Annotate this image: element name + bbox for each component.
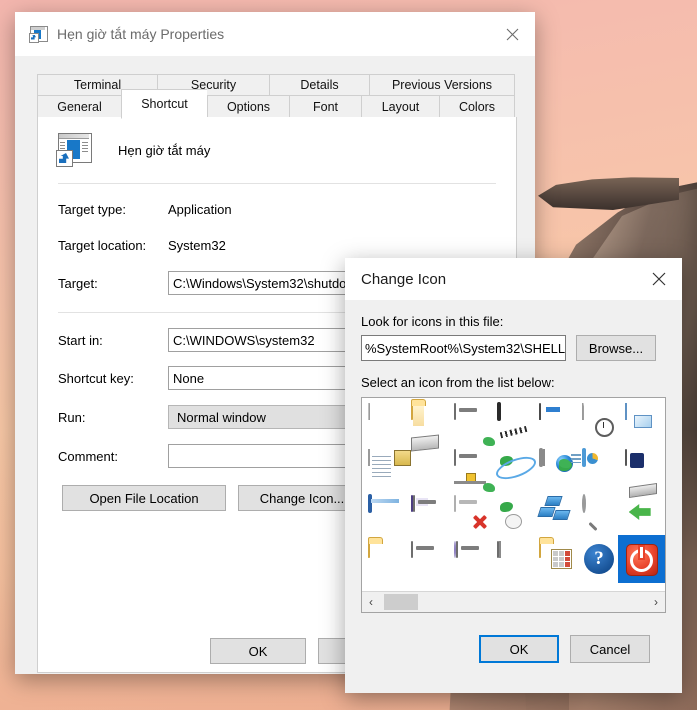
- label-shortcut-key: Shortcut key:: [58, 370, 134, 386]
- scroll-left-arrow-icon[interactable]: ‹: [362, 592, 380, 612]
- icon-row: [362, 398, 665, 444]
- tab-general[interactable]: General: [37, 95, 121, 119]
- label-comment: Comment:: [58, 448, 118, 464]
- tab-font[interactable]: Font: [289, 95, 361, 119]
- usb-eject-icon[interactable]: [620, 483, 663, 535]
- field-target-location: Target location: System32: [58, 234, 516, 256]
- shortcut-header: Hẹn giờ tắt máy: [38, 117, 516, 167]
- change-icon-title: Change Icon: [361, 270, 447, 288]
- tab-strip: Terminal Security Details Previous Versi…: [37, 74, 515, 119]
- tab-row-upper: Terminal Security Details Previous Versi…: [37, 74, 515, 96]
- tab-layout[interactable]: Layout: [361, 95, 439, 119]
- label-run: Run:: [58, 409, 86, 425]
- label-target-location: Target location:: [58, 237, 147, 253]
- change-icon-dialog: Change Icon Look for icons in this file:…: [345, 258, 682, 693]
- scroll-right-arrow-icon[interactable]: ›: [647, 592, 665, 612]
- change-icon-ok-button[interactable]: OK: [479, 635, 559, 663]
- file-path-row: %SystemRoot%\System32\SHELL32 Browse...: [361, 335, 666, 361]
- magnifier-icon[interactable]: [578, 491, 621, 535]
- tab-colors[interactable]: Colors: [439, 95, 515, 119]
- tab-previous-versions[interactable]: Previous Versions: [369, 74, 515, 96]
- printer-icon[interactable]: [535, 399, 578, 443]
- divider-top: [58, 183, 496, 184]
- label-start-in: Start in:: [58, 332, 103, 348]
- shortcut-file-icon: [56, 133, 92, 167]
- icon-row: [362, 483, 665, 536]
- icon-list-box[interactable]: ? ‹ ›: [361, 397, 666, 613]
- globe-icon[interactable]: [492, 445, 539, 489]
- monitor-globe-icon[interactable]: [535, 445, 578, 489]
- tab-options[interactable]: Options: [207, 95, 289, 119]
- disconnected-drive-icon[interactable]: [449, 491, 492, 535]
- properties-ok-button[interactable]: OK: [210, 638, 306, 664]
- memory-chip-icon[interactable]: [492, 399, 535, 443]
- change-icon-body: Look for icons in this file: %SystemRoot…: [345, 314, 682, 663]
- help-question-icon[interactable]: ?: [578, 537, 621, 581]
- folder-plain-icon[interactable]: [364, 537, 407, 581]
- icon-row: ?: [362, 536, 665, 582]
- window-icon[interactable]: [364, 491, 407, 535]
- close-icon[interactable]: [636, 257, 682, 301]
- scrollbar-thumb[interactable]: [384, 594, 418, 610]
- label-target: Target:: [58, 275, 98, 291]
- open-file-location-button[interactable]: Open File Location: [62, 485, 226, 511]
- window-stack-icon[interactable]: [620, 399, 663, 443]
- field-target-type: Target type: Application: [58, 198, 516, 220]
- folder-grid-icon[interactable]: [535, 537, 578, 581]
- shutdown-power-icon[interactable]: [620, 537, 664, 581]
- network-nodes-icon[interactable]: [535, 491, 578, 535]
- icon-row: [362, 444, 665, 490]
- blank-document-icon[interactable]: [364, 399, 407, 443]
- tab-row-lower: General Shortcut Options Font Layout Col…: [37, 89, 515, 119]
- floppy-drive-icon[interactable]: [407, 491, 450, 535]
- icon-list-label: Select an icon from the list below:: [361, 375, 555, 390]
- presentation-icon[interactable]: [578, 445, 621, 489]
- close-icon[interactable]: [489, 12, 535, 56]
- icon-file-path-input[interactable]: %SystemRoot%\System32\SHELL32: [361, 335, 566, 361]
- cd-drive-icon[interactable]: [449, 537, 492, 581]
- scrollbar-track[interactable]: [380, 592, 647, 612]
- card-reader-icon[interactable]: [407, 445, 450, 489]
- value-target-location: System32: [168, 237, 226, 253]
- shortcut-console-icon: [29, 25, 48, 43]
- label-target-type: Target type:: [58, 201, 126, 217]
- hard-drive-icon[interactable]: [407, 537, 450, 581]
- change-icon-cancel-button[interactable]: Cancel: [570, 635, 650, 663]
- desktop-pc-icon[interactable]: [492, 537, 535, 581]
- document-clock-icon[interactable]: [578, 399, 621, 443]
- shortcut-name-label: Hẹn giờ tắt máy: [118, 142, 211, 158]
- tab-details[interactable]: Details: [269, 74, 369, 96]
- value-target-type: Application: [168, 201, 232, 217]
- icon-list-horizontal-scrollbar[interactable]: ‹ ›: [362, 591, 665, 612]
- properties-window-title: Hẹn giờ tắt máy Properties: [57, 26, 225, 42]
- change-icon-title-bar: Change Icon: [345, 258, 682, 300]
- change-icon-footer: OK Cancel: [361, 613, 666, 663]
- browse-button[interactable]: Browse...: [576, 335, 656, 361]
- globe-disc-icon[interactable]: [492, 491, 535, 535]
- tab-shortcut[interactable]: Shortcut: [121, 89, 207, 119]
- file-path-label: Look for icons in this file:: [361, 314, 504, 329]
- properties-title-bar: Hẹn giờ tắt máy Properties: [15, 12, 535, 56]
